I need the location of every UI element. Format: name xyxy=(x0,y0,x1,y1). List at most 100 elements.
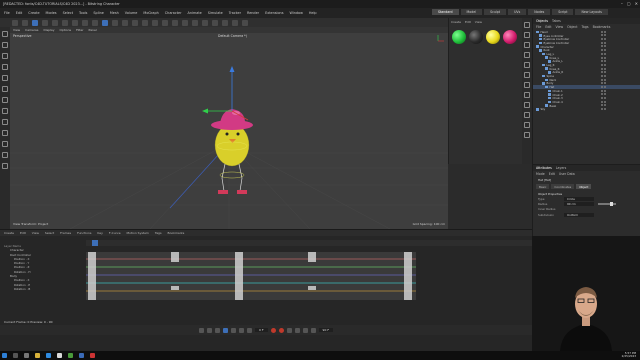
tab-layers[interactable]: Layers xyxy=(556,166,567,170)
keyframe-column[interactable] xyxy=(235,252,243,300)
array-icon[interactable] xyxy=(524,62,530,68)
light-icon[interactable] xyxy=(242,19,248,26)
cam-icon[interactable] xyxy=(524,92,530,98)
visibility-dots[interactable] xyxy=(601,100,606,103)
viewport-menu-display[interactable]: Display xyxy=(43,28,54,32)
visibility-dots[interactable] xyxy=(601,30,606,33)
autokey-icon[interactable] xyxy=(278,327,284,333)
tl-menu-bookmarks[interactable]: Bookmarks xyxy=(168,231,185,235)
environment-icon[interactable] xyxy=(524,82,530,88)
tl-menu-view[interactable]: View xyxy=(32,231,39,235)
layout-nodes[interactable]: Nodes xyxy=(528,9,551,15)
attr-menu-mode[interactable]: Mode xyxy=(536,172,545,176)
keyframe-column[interactable] xyxy=(308,252,316,262)
tl-menu-fcurve[interactable]: F-Curve xyxy=(109,231,121,235)
record-icon[interactable] xyxy=(270,327,276,333)
keyframe-area[interactable] xyxy=(86,252,416,300)
keyframe-column[interactable] xyxy=(171,252,179,262)
render-settings-icon[interactable] xyxy=(162,19,168,26)
menu-tools[interactable]: Tools xyxy=(79,11,87,15)
edge-icon[interactable] xyxy=(46,353,51,358)
rotate-tool-icon[interactable] xyxy=(122,19,128,26)
go-to-start-icon[interactable] xyxy=(198,327,204,333)
menu-character[interactable]: Character xyxy=(165,11,182,15)
select-tool-icon[interactable] xyxy=(2,31,8,37)
chrome-icon[interactable] xyxy=(68,353,73,358)
file-explorer-icon[interactable] xyxy=(35,353,40,358)
keyframe[interactable] xyxy=(308,286,316,290)
menu-simulate[interactable]: Simulate xyxy=(208,11,223,15)
obj-menu-file[interactable]: File xyxy=(536,25,541,29)
cube-icon[interactable] xyxy=(172,19,178,26)
visibility-dots[interactable] xyxy=(601,89,606,92)
material-yellow[interactable] xyxy=(486,30,500,44)
task-view-icon[interactable] xyxy=(24,353,29,358)
knife-icon[interactable] xyxy=(2,97,8,103)
visibility-dots[interactable] xyxy=(601,45,606,48)
previous-key-icon[interactable] xyxy=(206,327,212,333)
menu-mograph[interactable]: MoGraph xyxy=(143,11,158,15)
subdivision-dropdown[interactable]: Uniform xyxy=(564,212,594,217)
next-frame-icon[interactable] xyxy=(230,327,236,333)
layout-model[interactable]: Model xyxy=(460,9,483,15)
visibility-dots[interactable] xyxy=(601,67,606,70)
visibility-dots[interactable] xyxy=(601,108,606,111)
menu-create[interactable]: Create xyxy=(28,11,39,15)
menu-modes[interactable]: Modes xyxy=(46,11,57,15)
visibility-dots[interactable] xyxy=(601,63,606,66)
visibility-dots[interactable] xyxy=(601,104,606,107)
menu-mesh[interactable]: Mesh xyxy=(110,11,119,15)
move-icon[interactable] xyxy=(2,42,8,48)
visibility-dots[interactable] xyxy=(601,56,606,59)
lamp-icon[interactable] xyxy=(524,102,530,108)
render-view-icon[interactable] xyxy=(142,19,148,26)
menu-spline[interactable]: Spline xyxy=(93,11,103,15)
obj-menu-tags[interactable]: Tags xyxy=(582,25,589,29)
edges-mode-icon[interactable] xyxy=(52,19,58,26)
pen-icon[interactable] xyxy=(182,19,188,26)
material-menu-create[interactable]: Create xyxy=(451,20,461,24)
visibility-dots[interactable] xyxy=(601,41,606,44)
menu-select[interactable]: Select xyxy=(63,11,73,15)
model-mode-icon[interactable] xyxy=(32,19,38,26)
viewport-menu-view[interactable]: View xyxy=(13,28,20,32)
x-axis-lock-icon[interactable] xyxy=(72,19,78,26)
tl-menu-select[interactable]: Select xyxy=(45,231,54,235)
cloner-icon[interactable] xyxy=(202,19,208,26)
keyframe[interactable] xyxy=(171,286,179,290)
menu-render[interactable]: Render xyxy=(247,11,259,15)
track-row[interactable]: Rotation . B xyxy=(0,287,86,291)
visibility-dots[interactable] xyxy=(601,38,606,41)
transform-icon[interactable] xyxy=(2,75,8,81)
rotation-key-icon[interactable] xyxy=(302,327,308,333)
tl-menu-frames[interactable]: Frames xyxy=(60,231,71,235)
attr-subtab-basic[interactable]: Basic xyxy=(536,184,550,190)
visibility-dots[interactable] xyxy=(601,93,606,96)
weld-icon[interactable] xyxy=(2,163,8,169)
tl-menu-motion[interactable]: Motion System xyxy=(127,231,149,235)
tl-menu-create[interactable]: Create xyxy=(4,231,14,235)
visibility-dots[interactable] xyxy=(601,52,606,55)
brush-icon[interactable] xyxy=(2,108,8,114)
layout-sculpt[interactable]: Sculpt xyxy=(484,9,507,15)
obj-menu-bookmarks[interactable]: Bookmarks xyxy=(593,25,611,29)
menu-help[interactable]: Help xyxy=(309,11,317,15)
deformer-icon[interactable] xyxy=(212,19,218,26)
tab-objects[interactable]: Objects xyxy=(536,19,548,23)
current-frame-field[interactable]: 0 F xyxy=(254,328,268,332)
visibility-dots[interactable] xyxy=(601,97,606,100)
attr-menu-userdata[interactable]: User Data xyxy=(559,172,575,176)
material-pink[interactable] xyxy=(503,30,517,44)
next-key-icon[interactable] xyxy=(238,327,244,333)
maximize-button[interactable]: ▢ xyxy=(627,1,631,6)
scale-tool-icon[interactable] xyxy=(112,19,118,26)
polygons-mode-icon[interactable] xyxy=(62,19,68,26)
material-menu-view[interactable]: View xyxy=(475,20,482,24)
tl-menu-functions[interactable]: Functions xyxy=(77,231,91,235)
slider-handle[interactable] xyxy=(610,202,613,206)
tab-attributes[interactable]: Attributes xyxy=(536,166,552,170)
radius-input[interactable]: 90 cm xyxy=(564,202,594,207)
scale-key-icon[interactable] xyxy=(310,327,316,333)
end-frame-field[interactable]: 90 F xyxy=(318,328,334,332)
visibility-dots[interactable] xyxy=(601,86,606,88)
